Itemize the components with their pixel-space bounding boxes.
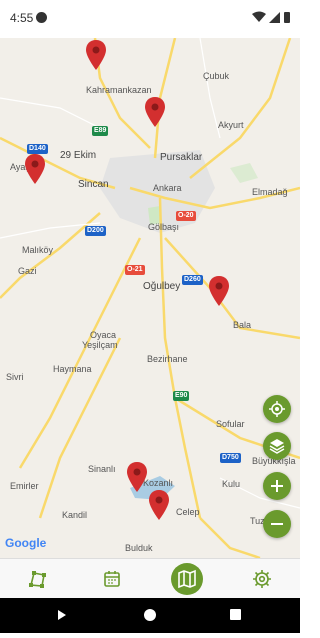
place-label: Haymana <box>53 364 92 374</box>
place-label: Bulduk <box>125 543 153 553</box>
place-label: Elmadağ <box>252 187 288 197</box>
place-label: Kahramankazan <box>86 85 152 95</box>
status-time: 4:55 <box>10 11 34 25</box>
battery-icon <box>284 12 290 23</box>
sync-icon <box>36 12 47 23</box>
calendar-nav-button[interactable] <box>98 565 126 593</box>
map-marker[interactable] <box>145 97 165 127</box>
map-marker[interactable] <box>86 40 106 70</box>
place-label: Sinanlı <box>88 464 116 474</box>
place-label: 29 Ekim <box>60 150 97 161</box>
map-nav-button[interactable] <box>171 563 203 595</box>
status-bar: 4:55 <box>0 0 300 38</box>
place-label: Gölbaşı <box>148 222 180 232</box>
system-navigation-bar <box>0 598 300 633</box>
my-location-icon <box>269 401 285 417</box>
route-shield: E90 <box>173 391 190 401</box>
status-icons <box>250 10 294 29</box>
place-label: Celep <box>176 507 200 517</box>
place-label: Oyaca <box>90 330 117 340</box>
route-shield: D750 <box>220 453 241 463</box>
map-marker[interactable] <box>25 154 45 184</box>
place-label: Kozanlı <box>143 478 174 488</box>
place-label: Emirler <box>10 481 39 491</box>
zoom-out-icon <box>271 523 283 525</box>
map-icon <box>178 569 196 589</box>
place-label: Ankara <box>153 183 182 193</box>
signal-icon <box>269 12 280 23</box>
map-marker[interactable] <box>209 276 229 306</box>
place-label: Yeşilçam <box>82 340 118 350</box>
place-label: Akyurt <box>218 120 244 130</box>
map-view[interactable]: Çubuk Kahramankazan Akyurt 29 Ekim Ayaş … <box>0 38 300 558</box>
layers-button[interactable] <box>263 432 291 460</box>
place-label: Oğulbey <box>143 281 181 292</box>
route-nav-button[interactable] <box>24 565 52 593</box>
layers-icon <box>269 439 285 454</box>
zoom-in-icon <box>271 480 283 492</box>
place-label: Bezirhane <box>147 354 188 364</box>
my-location-button[interactable] <box>263 395 291 423</box>
place-label: Malıköy <box>22 245 54 255</box>
place-label: Kandil <box>62 510 88 520</box>
zoom-in-button[interactable] <box>263 472 291 500</box>
place-label: Bala <box>233 320 252 330</box>
zoom-out-button[interactable] <box>263 510 291 538</box>
recents-button <box>230 609 241 620</box>
route-shield: O-21 <box>125 265 145 275</box>
route-icon <box>29 571 46 588</box>
route-shield: O-20 <box>176 211 196 221</box>
route-shield: D200 <box>85 226 106 236</box>
place-label: Kulu <box>222 479 241 489</box>
route-shield: D260 <box>182 275 203 285</box>
place-label: Gazi <box>18 266 37 276</box>
settings-icon <box>253 570 271 588</box>
bottom-navigation <box>0 558 300 599</box>
place-label: Sincan <box>78 179 109 190</box>
map-marker[interactable] <box>127 462 147 492</box>
place-label: Çubuk <box>203 71 230 81</box>
settings-nav-button[interactable] <box>248 565 276 593</box>
route-shield: E89 <box>92 126 109 136</box>
place-label: Sivri <box>6 372 24 382</box>
place-label: Sofular <box>216 419 245 429</box>
map-marker[interactable] <box>149 490 169 520</box>
place-label: Pursaklar <box>160 152 203 163</box>
route-shield: D140 <box>27 144 48 154</box>
wifi-icon <box>252 11 266 22</box>
home-button <box>144 609 156 621</box>
back-button <box>58 610 66 620</box>
calendar-icon <box>104 571 120 587</box>
google-logo: Google <box>5 536 47 550</box>
